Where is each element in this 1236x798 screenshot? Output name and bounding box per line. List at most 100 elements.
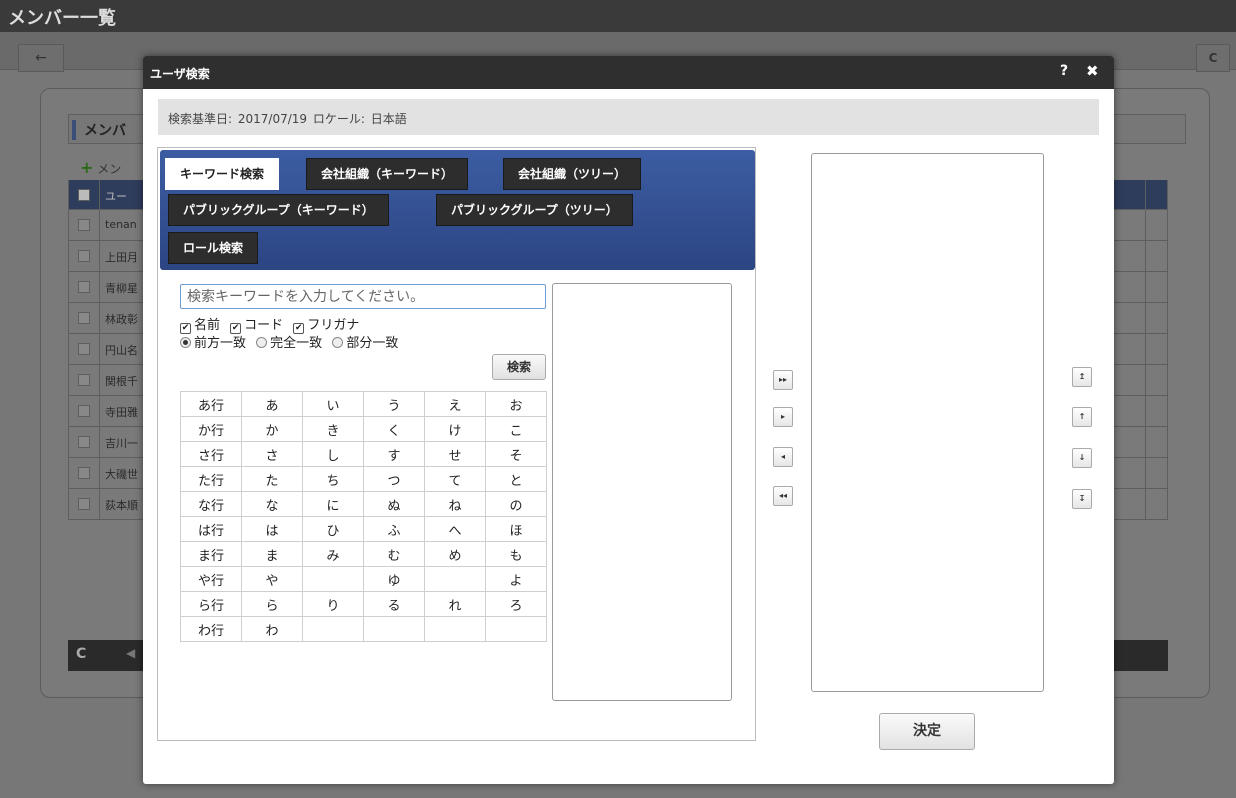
kana-cell[interactable]: か xyxy=(241,416,303,442)
kana-cell[interactable]: る xyxy=(363,591,425,617)
kana-cell[interactable]: ぬ xyxy=(363,491,425,517)
kana-row-label[interactable]: や行 xyxy=(180,566,242,592)
search-result-list[interactable] xyxy=(552,283,732,701)
radio-label-partial: 部分一致 xyxy=(346,336,399,351)
row-checkbox[interactable] xyxy=(78,219,90,231)
kana-cell[interactable]: も xyxy=(485,541,547,567)
move-up-icon[interactable]: ↑ xyxy=(1072,407,1092,427)
kana-cell[interactable]: お xyxy=(485,391,547,417)
kana-cell[interactable]: そ xyxy=(485,441,547,467)
row-checkbox[interactable] xyxy=(78,374,90,386)
kana-cell[interactable]: め xyxy=(424,541,486,567)
kana-cell[interactable]: り xyxy=(302,591,364,617)
keyword-search-input[interactable] xyxy=(180,284,546,309)
radio-exact[interactable] xyxy=(256,337,268,348)
kana-cell[interactable]: ふ xyxy=(363,516,425,542)
tab-public-group-tree[interactable]: パブリックグループ（ツリー） xyxy=(436,194,633,226)
remove-selected-icon[interactable]: ◂ xyxy=(773,447,793,467)
tab-company-tree[interactable]: 会社組織（ツリー） xyxy=(503,158,642,190)
radio-partial[interactable] xyxy=(332,337,344,348)
kana-cell[interactable]: た xyxy=(241,466,303,492)
confirm-button[interactable]: 決定 xyxy=(879,713,975,750)
kana-cell xyxy=(302,566,364,592)
kana-cell[interactable]: ち xyxy=(302,466,364,492)
radio-prefix[interactable] xyxy=(180,337,191,348)
search-info-bar: 検索基準日: 2017/07/19 ロケール: 日本語 xyxy=(158,99,1099,135)
kana-cell[interactable]: え xyxy=(424,391,486,417)
tab-company-keyword[interactable]: 会社組織（キーワード） xyxy=(306,158,469,190)
row-checkbox[interactable] xyxy=(78,312,90,324)
check-label-code: コード xyxy=(244,318,284,333)
col-divider xyxy=(99,303,100,333)
kana-cell[interactable]: し xyxy=(302,441,364,467)
kana-cell[interactable]: こ xyxy=(485,416,547,442)
kana-row-label[interactable]: わ行 xyxy=(180,616,242,642)
row-checkbox[interactable] xyxy=(78,498,90,510)
kana-row-label[interactable]: ら行 xyxy=(180,591,242,617)
kana-cell[interactable]: れ xyxy=(424,591,486,617)
kana-row-label[interactable]: か行 xyxy=(180,416,242,442)
tab-keyword-search[interactable]: キーワード検索 xyxy=(165,158,280,190)
selected-users-list[interactable] xyxy=(811,153,1044,692)
kana-cell[interactable]: け xyxy=(424,416,486,442)
kana-cell[interactable]: さ xyxy=(241,441,303,467)
kana-cell[interactable]: く xyxy=(363,416,425,442)
search-button[interactable]: 検索 xyxy=(492,354,546,380)
remove-all-icon[interactable]: ◂◂ xyxy=(773,486,793,506)
kana-cell[interactable]: せ xyxy=(424,441,486,467)
kana-cell[interactable]: み xyxy=(302,541,364,567)
add-selected-icon[interactable]: ▸ xyxy=(773,407,793,427)
kana-cell[interactable]: わ xyxy=(241,616,303,642)
row-checkbox[interactable] xyxy=(78,467,90,479)
row-checkbox[interactable] xyxy=(78,405,90,417)
kana-cell[interactable]: ね xyxy=(424,491,486,517)
kana-row-label[interactable]: な行 xyxy=(180,491,242,517)
kana-cell[interactable]: や xyxy=(241,566,303,592)
kana-cell[interactable]: む xyxy=(363,541,425,567)
add-all-icon[interactable]: ▸▸ xyxy=(773,370,793,390)
kana-cell[interactable]: あ xyxy=(241,391,303,417)
kana-cell[interactable]: ほ xyxy=(485,516,547,542)
row-checkbox[interactable] xyxy=(78,436,90,448)
move-bottom-icon[interactable]: ↧ xyxy=(1072,489,1092,509)
select-all-checkbox[interactable] xyxy=(78,189,90,201)
kana-cell[interactable]: ら xyxy=(241,591,303,617)
kana-cell[interactable]: の xyxy=(485,491,547,517)
move-top-icon[interactable]: ↥ xyxy=(1072,367,1092,387)
kana-row-label[interactable]: あ行 xyxy=(180,391,242,417)
move-down-icon[interactable]: ↓ xyxy=(1072,448,1092,468)
kana-row-label[interactable]: は行 xyxy=(180,516,242,542)
kana-cell[interactable]: す xyxy=(363,441,425,467)
refresh-icon[interactable]: C xyxy=(76,646,86,662)
kana-cell[interactable]: へ xyxy=(424,516,486,542)
tab-public-group-keyword[interactable]: パブリックグループ（キーワード） xyxy=(168,194,389,226)
add-member-link[interactable]: + メン xyxy=(80,158,121,177)
kana-cell[interactable]: ゆ xyxy=(363,566,425,592)
kana-cell[interactable]: き xyxy=(302,416,364,442)
tab-role-search[interactable]: ロール検索 xyxy=(168,232,259,264)
kana-cell[interactable]: よ xyxy=(485,566,547,592)
kana-cell[interactable]: い xyxy=(302,391,364,417)
kana-cell[interactable]: て xyxy=(424,466,486,492)
row-label: 大磯世 xyxy=(105,468,138,481)
kana-cell[interactable]: に xyxy=(302,491,364,517)
close-icon[interactable]: ✖ xyxy=(1086,62,1099,80)
kana-cell[interactable]: ひ xyxy=(302,516,364,542)
row-checkbox[interactable] xyxy=(78,281,90,293)
kana-row-label[interactable]: た行 xyxy=(180,466,242,492)
kana-cell[interactable]: ま xyxy=(241,541,303,567)
kana-row-label[interactable]: ま行 xyxy=(180,541,242,567)
kana-cell[interactable]: ろ xyxy=(485,591,547,617)
kana-cell[interactable]: は xyxy=(241,516,303,542)
row-checkbox[interactable] xyxy=(78,343,90,355)
help-icon[interactable]: ? xyxy=(1060,63,1068,79)
back-arrow-icon[interactable]: ← xyxy=(18,44,64,72)
refresh-icon[interactable]: C xyxy=(1196,44,1230,72)
prev-page-icon[interactable]: ◀ xyxy=(126,646,135,660)
kana-cell[interactable]: つ xyxy=(363,466,425,492)
kana-cell[interactable]: な xyxy=(241,491,303,517)
kana-cell[interactable]: う xyxy=(363,391,425,417)
kana-row-label[interactable]: さ行 xyxy=(180,441,242,467)
kana-cell[interactable]: と xyxy=(485,466,547,492)
row-checkbox[interactable] xyxy=(78,250,90,262)
